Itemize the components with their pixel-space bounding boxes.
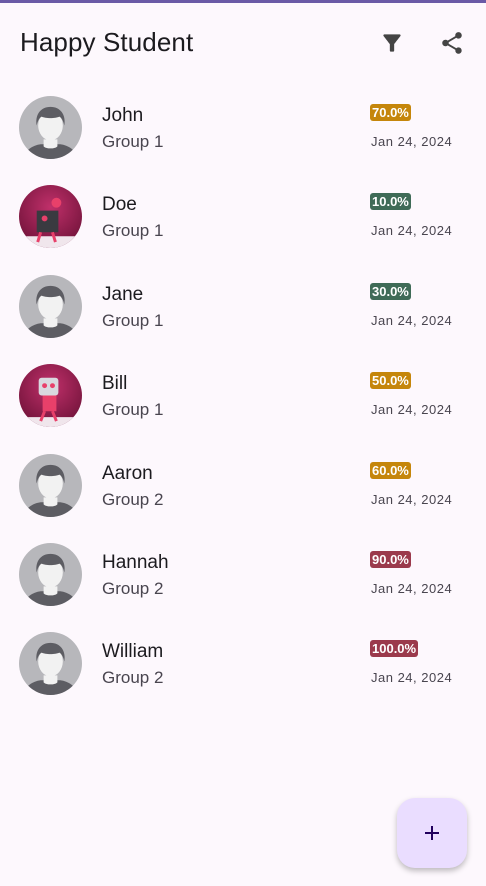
student-date: Jan 24, 2024: [371, 223, 453, 239]
student-group: Group 1: [102, 400, 164, 420]
student-group: Group 2: [102, 489, 164, 509]
score-badge: 10.0%: [370, 193, 411, 211]
avatar: [19, 542, 82, 606]
score-badge: 90.0%: [370, 550, 411, 568]
student-date: Jan 24, 2024: [371, 491, 453, 507]
student-row[interactable]: Doe Group 1 10.0% Jan 24, 2024: [0, 172, 486, 261]
student-name: Doe: [102, 194, 137, 216]
avatar: [19, 632, 82, 696]
filter-icon: [383, 34, 401, 52]
student-date: Jan 24, 2024: [371, 402, 453, 418]
score-badge: 30.0%: [370, 282, 411, 300]
student-date: Jan 24, 2024: [371, 134, 453, 149]
student-row[interactable]: Aaron Group 2 60.0% Jan 24, 2024: [0, 441, 486, 530]
score-badge: 60.0%: [370, 461, 411, 479]
student-row[interactable]: John Group 1 70.0% Jan 24, 2024: [0, 83, 486, 172]
score-badge: 100.0%: [370, 640, 419, 658]
plus-icon: [425, 826, 439, 840]
student-date: Jan 24, 2024: [371, 580, 453, 596]
student-group: Group 1: [102, 221, 164, 241]
share-button[interactable]: [436, 27, 468, 59]
student-date: Jan 24, 2024: [371, 312, 453, 328]
student-name: Jane: [102, 283, 144, 305]
student-name: Aaron: [102, 462, 153, 484]
top-app-bar: Happy Student: [0, 3, 486, 83]
student-group: Group 2: [102, 668, 164, 688]
student-group: Group 1: [102, 132, 164, 151]
avatar: [19, 453, 82, 517]
student-name: Bill: [102, 373, 128, 395]
score-badge: 70.0%: [370, 104, 411, 121]
avatar: [19, 364, 82, 428]
avatar: [19, 185, 82, 249]
student-list: John Group 1 70.0% Jan 24, 2024 Doe Group 1 10…: [0, 83, 486, 709]
student-group: Group 2: [102, 578, 164, 598]
student-group: Group 1: [102, 310, 164, 330]
student-row[interactable]: Jane Group 1 30.0% Jan 24, 2024: [0, 262, 486, 351]
score-badge: 50.0%: [370, 372, 411, 390]
student-name: John: [102, 105, 144, 126]
avatar: [19, 96, 82, 159]
student-name: Hannah: [102, 551, 169, 573]
student-row[interactable]: Bill Group 1 50.0% Jan 24, 2024: [0, 351, 486, 440]
student-name: William: [102, 641, 164, 663]
filter-button[interactable]: [376, 27, 408, 59]
student-row[interactable]: William Group 2 100.0% Jan 24, 2024: [0, 619, 486, 708]
student-date: Jan 24, 2024: [371, 670, 453, 686]
student-row[interactable]: Hannah Group 2 90.0% Jan 24, 2024: [0, 530, 486, 619]
app-title: Happy Student: [20, 27, 194, 57]
share-icon: [442, 32, 462, 54]
avatar: [19, 274, 82, 338]
add-student-button[interactable]: [397, 798, 467, 868]
